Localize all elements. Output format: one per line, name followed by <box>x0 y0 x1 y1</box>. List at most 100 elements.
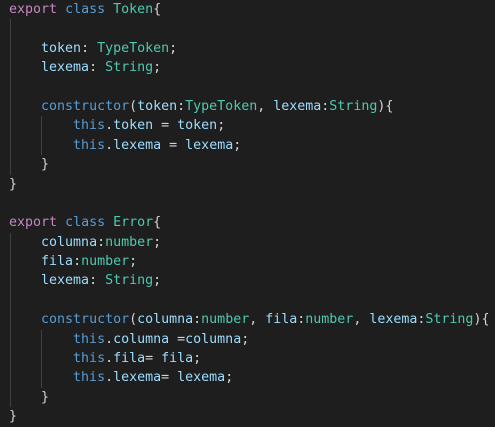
code-line[interactable]: } <box>0 387 495 408</box>
code-token: : <box>89 273 106 289</box>
indent-guide <box>10 77 11 97</box>
code-token: number <box>305 312 354 328</box>
code-token: : <box>177 98 186 114</box>
code-token: ; <box>153 60 162 76</box>
code-token: this <box>73 331 106 347</box>
code-line[interactable] <box>0 194 495 213</box>
code-token: ; <box>241 331 250 347</box>
indent-guide <box>10 252 11 272</box>
code-token: = <box>161 137 186 153</box>
code-line[interactable]: this.token = token; <box>0 116 495 136</box>
code-token: TypeToken <box>185 98 258 114</box>
code-token: , <box>353 312 370 328</box>
code-token: number <box>81 254 130 270</box>
code-token: } <box>9 176 18 192</box>
code-token: export <box>9 2 58 17</box>
code-token: Error <box>113 215 154 231</box>
code-token: lexema <box>41 60 90 76</box>
indent-guide <box>10 387 11 408</box>
code-line[interactable]: fila:number; <box>0 252 495 272</box>
code-token: . <box>105 137 114 153</box>
code-token: : <box>81 40 98 56</box>
code-line[interactable]: constructor(columna:number, fila:number,… <box>0 310 495 330</box>
code-token: ; <box>153 273 162 289</box>
code-token: lexema <box>273 98 322 114</box>
code-token: this <box>73 351 106 367</box>
code-token: fila <box>41 254 74 270</box>
indent-guide <box>41 368 43 388</box>
code-token: . <box>105 370 114 386</box>
code-line[interactable]: columna:number; <box>0 232 495 253</box>
code-token: , <box>249 312 266 328</box>
code-token: fila <box>161 351 194 367</box>
code-token: number <box>201 312 250 328</box>
indent-guide <box>10 19 11 39</box>
code-line[interactable]: } <box>0 175 495 194</box>
code-line[interactable]: lexema: String; <box>0 58 495 78</box>
code-token: : <box>97 234 106 250</box>
code-line[interactable]: export class Error{ <box>0 213 495 232</box>
code-token: } <box>9 409 18 425</box>
code-token: lexema <box>113 137 162 153</box>
code-token: lexema <box>185 137 234 153</box>
indent-guide <box>41 329 43 350</box>
code-line[interactable]: this.lexema = lexema; <box>0 135 495 156</box>
code-token: ; <box>169 40 178 56</box>
indent-guide <box>41 116 43 136</box>
code-token: . <box>105 331 114 347</box>
code-token: { <box>153 215 162 231</box>
code-token: Token <box>113 2 154 17</box>
code-token: token <box>137 98 178 114</box>
code-token: token <box>177 118 218 134</box>
code-token: class <box>65 215 106 231</box>
code-line[interactable]: constructor(token:TypeToken, lexema:Stri… <box>0 96 495 117</box>
code-token: fila <box>265 312 298 328</box>
code-line[interactable]: token: TypeToken; <box>0 38 495 59</box>
code-token: lexema <box>41 273 90 289</box>
code-token: ; <box>217 118 226 134</box>
code-line[interactable]: } <box>0 155 495 175</box>
code-token: = <box>153 118 178 134</box>
code-editor[interactable]: export class Token{ token: TypeToken; le… <box>0 0 495 424</box>
code-line[interactable] <box>0 19 495 39</box>
code-token: } <box>41 389 50 405</box>
code-token: : <box>89 60 106 76</box>
code-token: constructor <box>41 312 130 328</box>
code-token: ( <box>129 98 138 114</box>
indent-guide <box>41 349 43 369</box>
code-token: this <box>73 370 106 386</box>
code-token: String <box>329 98 378 114</box>
code-token: ; <box>153 234 162 250</box>
code-token: ){ <box>473 312 490 328</box>
indent-guide <box>10 38 11 59</box>
code-line[interactable]: lexema: String; <box>0 271 495 291</box>
code-line[interactable] <box>0 77 495 97</box>
code-token: , <box>257 98 274 114</box>
code-line[interactable]: this.lexema= lexema; <box>0 368 495 388</box>
code-token: . <box>105 118 114 134</box>
indent-guide <box>41 135 43 156</box>
indent-guide <box>10 368 11 388</box>
code-token: export <box>9 215 58 231</box>
code-line[interactable]: export class Token{ <box>0 0 495 19</box>
code-token: columna <box>185 331 242 347</box>
code-token: lexema <box>369 312 418 328</box>
code-token: ){ <box>377 98 394 114</box>
code-token: columna <box>137 312 194 328</box>
code-line[interactable]: this.columna =columna; <box>0 329 495 350</box>
indent-guide <box>10 271 11 291</box>
indent-guide <box>10 329 11 350</box>
indent-guide <box>10 290 11 311</box>
code-line[interactable]: } <box>0 407 495 426</box>
code-line[interactable] <box>0 290 495 311</box>
code-token: lexema <box>177 370 226 386</box>
code-token: String <box>105 60 154 76</box>
code-line[interactable]: this.fila= fila; <box>0 349 495 369</box>
indent-guide <box>10 58 11 78</box>
code-token: number <box>105 234 154 250</box>
